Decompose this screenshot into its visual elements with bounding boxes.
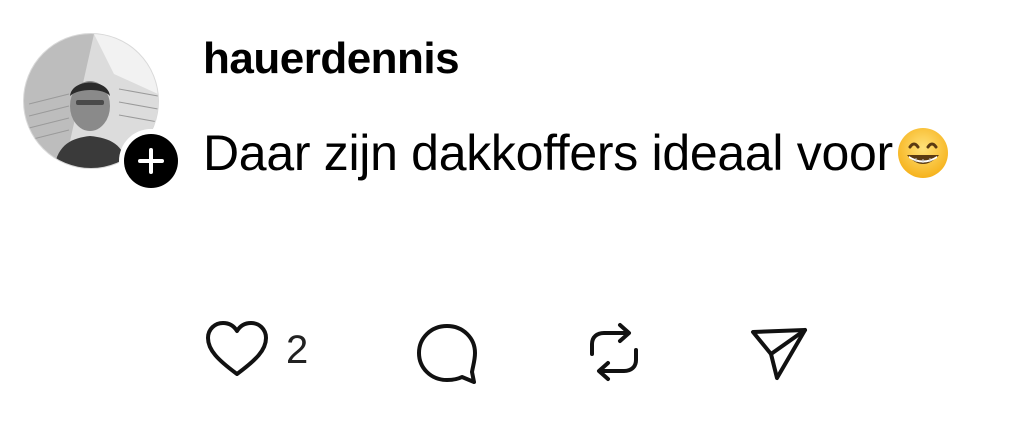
heart-icon (206, 321, 268, 376)
post-username[interactable]: hauerdennis (203, 34, 460, 84)
comment-icon (417, 324, 477, 384)
like-count: 2 (286, 327, 309, 372)
send-icon (751, 328, 807, 380)
repost-icon (590, 323, 638, 381)
share-button[interactable] (747, 320, 811, 384)
post-text: Daar zijn dakkoffers ideaal voor (203, 125, 893, 181)
repost-button[interactable] (582, 320, 646, 384)
post-actions: 2 (0, 320, 1024, 390)
author-avatar-group[interactable] (23, 33, 183, 193)
follow-button[interactable] (119, 129, 183, 193)
like-button[interactable]: 2 (204, 320, 308, 380)
grinning-face-emoji-icon (897, 128, 948, 178)
plus-icon (138, 148, 164, 174)
reply-button[interactable] (414, 320, 480, 386)
post-body: Daar zijn dakkoffers ideaal voor (203, 124, 949, 182)
